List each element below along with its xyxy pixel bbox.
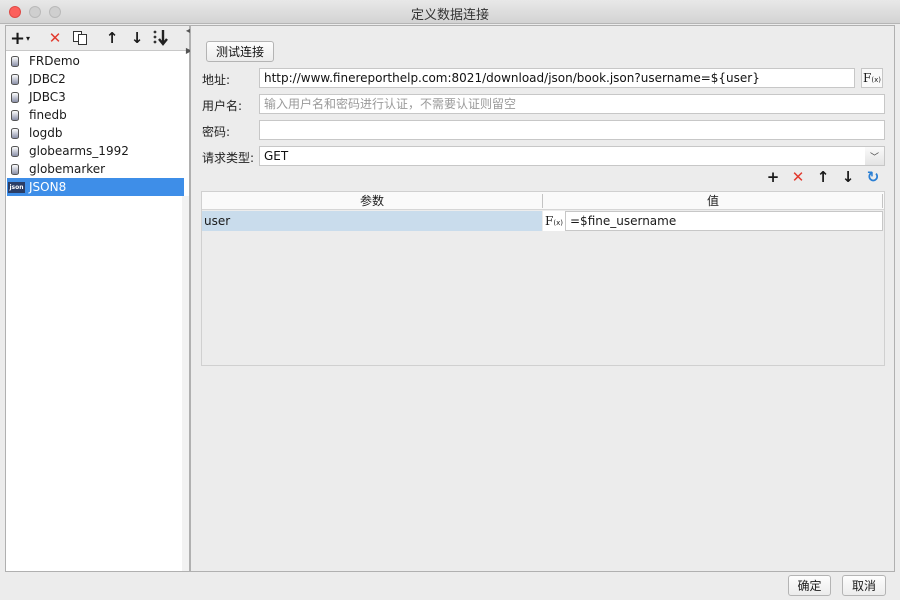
params-table-header: 参数 值 — [202, 192, 884, 210]
request-type-select[interactable]: GET — [259, 146, 866, 166]
delete-icon: ✕ — [48, 29, 62, 47]
delete-connection-button[interactable]: ✕ — [45, 28, 65, 48]
json-icon: json — [8, 181, 25, 193]
connection-label: logdb — [29, 126, 63, 140]
refresh-params-button[interactable]: ↻ — [863, 167, 883, 187]
password-label: 密码: — [202, 125, 231, 139]
table-row[interactable]: user F(x) =$fine_username — [202, 211, 884, 231]
connection-label: globearms_1992 — [29, 144, 129, 158]
connection-tree: FRDemo JDBC2 JDBC3 finedb logdb globearm… — [6, 52, 189, 196]
database-icon — [11, 145, 19, 157]
copy-connection-button[interactable] — [70, 28, 90, 48]
ok-button[interactable]: 确定 — [788, 575, 831, 596]
connection-item[interactable]: FRDemo — [6, 52, 189, 70]
connection-label: globemarker — [29, 162, 106, 176]
connection-item-selected[interactable]: json JSON8 — [7, 178, 184, 196]
connection-settings-panel: 测试连接 地址: http://www.finereporthelp.com:8… — [190, 25, 895, 572]
connection-label: JDBC3 — [29, 90, 66, 104]
value-formula-button[interactable]: F(x) — [543, 211, 565, 231]
database-icon — [11, 109, 19, 121]
arrow-down-icon: ↓ — [841, 168, 855, 186]
database-icon — [11, 127, 19, 139]
chevron-down-icon: ▾ — [26, 33, 31, 43]
move-up-button[interactable]: ↑ — [102, 28, 122, 48]
address-label: 地址: — [202, 73, 231, 87]
column-header-value[interactable]: 值 — [543, 192, 883, 210]
column-header-param[interactable]: 参数 — [202, 192, 542, 210]
connection-item[interactable]: JDBC3 — [6, 88, 189, 106]
database-icon — [11, 163, 19, 175]
formula-icon: F(x) — [545, 214, 563, 228]
request-type-dropdown-button[interactable]: ﹀ — [865, 146, 885, 166]
window-title: 定义数据连接 — [410, 8, 489, 23]
cancel-button[interactable]: 取消 — [842, 575, 886, 596]
sort-icon — [153, 30, 168, 46]
delete-param-button[interactable]: ✕ — [788, 167, 808, 187]
username-input[interactable]: 输入用户名和密码进行认证，不需要认证则留空 — [259, 94, 885, 114]
copy-icon — [73, 31, 87, 45]
password-input[interactable] — [259, 120, 885, 140]
connection-label: FRDemo — [29, 54, 80, 68]
request-type-label: 请求类型: — [202, 151, 255, 165]
column-divider — [882, 194, 883, 208]
param-move-down-button[interactable]: ↓ — [838, 167, 858, 187]
connection-label: JDBC2 — [29, 72, 66, 86]
plus-icon: + — [9, 27, 26, 49]
database-icon — [11, 91, 19, 103]
param-value-cell[interactable]: =$fine_username — [565, 211, 883, 231]
connection-item[interactable]: globemarker — [6, 160, 189, 178]
test-connection-button[interactable]: 测试连接 — [206, 41, 274, 62]
connection-item[interactable]: logdb — [6, 124, 189, 142]
add-param-button[interactable]: + — [763, 167, 783, 187]
params-table: 参数 值 user F(x) =$fine_username — [201, 191, 885, 366]
connection-toolbar: + ▾ ✕ ↑ ↓ ◀ ▶ — [6, 26, 192, 55]
address-formula-button[interactable]: F(x) — [861, 68, 883, 88]
address-input[interactable]: http://www.finereporthelp.com:8021/downl… — [259, 68, 855, 88]
database-icon — [11, 73, 19, 85]
connection-label: JSON8 — [29, 180, 67, 194]
connection-item[interactable]: finedb — [6, 106, 189, 124]
list-scrollbar[interactable] — [182, 196, 189, 571]
refresh-icon: ↻ — [866, 168, 880, 186]
arrow-up-icon: ↑ — [105, 29, 119, 47]
chevron-down-icon: ﹀ — [869, 152, 879, 163]
connection-item[interactable]: globearms_1992 — [6, 142, 189, 160]
connection-item[interactable]: JDBC2 — [6, 70, 189, 88]
sort-button[interactable] — [151, 28, 171, 48]
move-down-button[interactable]: ↓ — [127, 28, 147, 48]
formula-icon: F(x) — [863, 71, 881, 85]
connection-list-panel: + ▾ ✕ ↑ ↓ ◀ ▶ FRDemo JDBC2 JDBC3 finedb … — [5, 25, 192, 572]
add-connection-button[interactable]: + ▾ — [9, 27, 31, 49]
database-icon — [11, 55, 19, 67]
arrow-up-icon: ↑ — [816, 168, 830, 186]
title-bar: 定义数据连接 — [0, 0, 900, 24]
param-move-up-button[interactable]: ↑ — [813, 167, 833, 187]
param-name-cell[interactable]: user — [202, 211, 542, 231]
username-label: 用户名: — [202, 99, 243, 113]
plus-icon: + — [766, 168, 780, 186]
arrow-down-icon: ↓ — [130, 29, 144, 47]
connection-label: finedb — [29, 108, 67, 122]
delete-icon: ✕ — [791, 168, 805, 186]
